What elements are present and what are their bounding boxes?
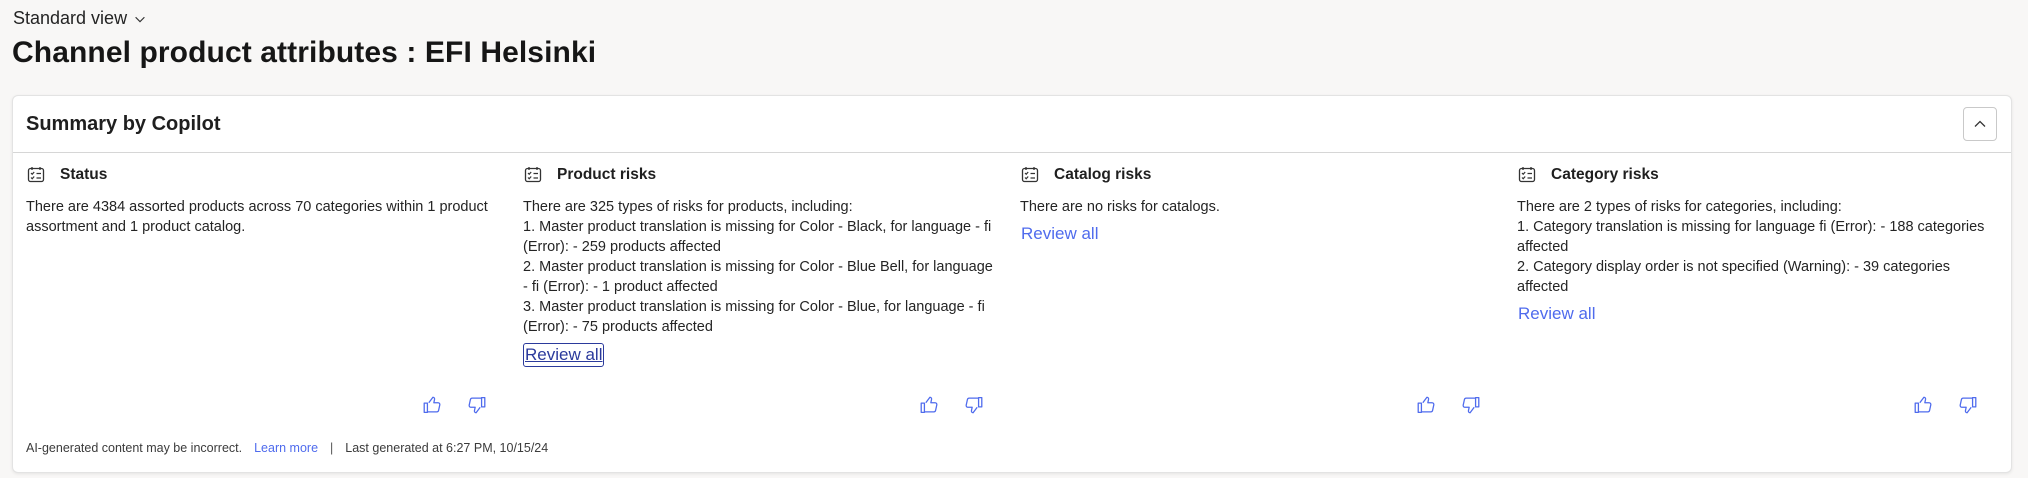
category-risks-review-all-link[interactable]: Review all (1517, 303, 1596, 325)
catalog-risks-text: There are no risks for catalogs. (1020, 199, 1220, 215)
category-risk-item: 2. Category display order is not specifi… (1517, 259, 1951, 295)
thumbs-down-button[interactable] (465, 393, 489, 417)
category-risks-body: There are 2 types of risks for categorie… (1517, 197, 1989, 325)
status-column: Status There are 4384 assorted products … (13, 154, 510, 394)
catalog-risks-title: Catalog risks (1054, 166, 1152, 183)
summary-columns: Status There are 4384 assorted products … (13, 154, 2011, 394)
copilot-summary-card: Summary by Copilot Status There are 4384… (12, 95, 2012, 473)
product-risks-body: There are 325 types of risks for product… (523, 197, 995, 367)
view-switcher[interactable]: Standard view (13, 8, 147, 29)
learn-more-link[interactable]: Learn more (254, 441, 318, 455)
card-title: Summary by Copilot (26, 112, 221, 135)
thumbs-up-icon (423, 396, 441, 413)
status-title: Status (60, 166, 108, 183)
category-risk-item: 1. Category translation is missing for l… (1517, 219, 1985, 255)
status-text: There are 4384 assorted products across … (26, 199, 488, 235)
product-risk-item: 3. Master product translation is missing… (523, 299, 985, 335)
thumbs-down-button[interactable] (962, 393, 986, 417)
category-risks-intro: There are 2 types of risks for categorie… (1517, 199, 1842, 215)
thumbs-down-button[interactable] (1459, 393, 1483, 417)
thumbs-up-button[interactable] (1414, 393, 1438, 417)
card-footer: AI-generated content may be incorrect. L… (26, 441, 548, 455)
collapse-button[interactable] (1963, 107, 1997, 141)
thumbs-up-button[interactable] (917, 393, 941, 417)
thumbs-up-icon (920, 396, 938, 413)
chevron-up-icon (1974, 120, 1986, 127)
thumbs-up-icon (1417, 396, 1435, 413)
product-risk-item: 1. Master product translation is missing… (523, 219, 992, 255)
thumbs-down-button[interactable] (1956, 393, 1980, 417)
product-risks-column: Product risks There are 325 types of ris… (510, 154, 1007, 394)
page-title: Channel product attributes : EFI Helsink… (12, 36, 597, 69)
card-header: Summary by Copilot (13, 96, 2011, 153)
thumbs-up-button[interactable] (420, 393, 444, 417)
list-check-icon (1020, 165, 1040, 185)
category-risks-title: Category risks (1551, 166, 1659, 183)
product-risks-review-all-link[interactable]: Review all (523, 343, 605, 367)
view-switcher-label: Standard view (13, 8, 128, 28)
thumbs-down-icon (965, 397, 983, 414)
catalog-risks-column: Catalog risks There are no risks for cat… (1007, 154, 1504, 394)
feedback-row (13, 393, 2011, 417)
last-generated-text: Last generated at 6:27 PM, 10/15/24 (345, 441, 549, 455)
footer-separator: | (330, 441, 334, 455)
ai-disclaimer: AI-generated content may be incorrect. (26, 441, 243, 455)
catalog-risks-review-all-link[interactable]: Review all (1020, 223, 1099, 245)
thumbs-down-icon (1959, 397, 1977, 414)
thumbs-up-icon (1914, 396, 1932, 413)
chevron-down-icon (135, 16, 145, 22)
list-check-icon (1517, 165, 1537, 185)
status-body: There are 4384 assorted products across … (26, 197, 498, 237)
thumbs-up-button[interactable] (1911, 393, 1935, 417)
thumbs-down-icon (468, 397, 486, 414)
list-check-icon (26, 165, 46, 185)
catalog-risks-body: There are no risks for catalogs. Review … (1020, 197, 1492, 245)
product-risk-item: 2. Master product translation is missing… (523, 259, 993, 295)
product-risks-intro: There are 325 types of risks for product… (523, 199, 853, 215)
category-risks-column: Category risks There are 2 types of risk… (1504, 154, 2001, 394)
list-check-icon (523, 165, 543, 185)
product-risks-title: Product risks (557, 166, 657, 183)
thumbs-down-icon (1462, 397, 1480, 414)
